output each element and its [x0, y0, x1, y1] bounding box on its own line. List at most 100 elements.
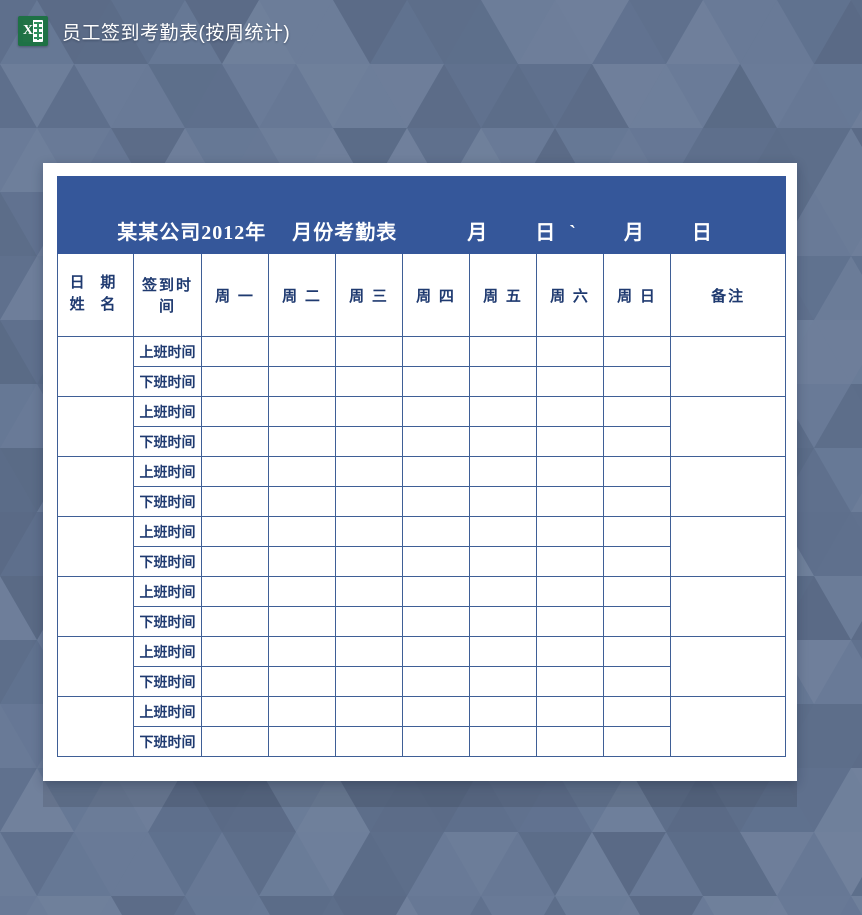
time-cell[interactable]: [536, 336, 604, 367]
time-cell[interactable]: [603, 666, 671, 697]
time-cell[interactable]: [335, 666, 403, 697]
time-cell[interactable]: [469, 726, 537, 757]
time-cell[interactable]: [402, 726, 470, 757]
time-cell[interactable]: [469, 516, 537, 547]
time-cell[interactable]: [402, 456, 470, 487]
remark-cell[interactable]: [669, 396, 787, 457]
time-cell[interactable]: [268, 396, 336, 427]
time-cell[interactable]: [201, 396, 269, 427]
time-cell[interactable]: [536, 426, 604, 457]
remark-cell[interactable]: [669, 456, 787, 517]
time-cell[interactable]: [536, 696, 604, 727]
time-cell[interactable]: [201, 696, 269, 727]
time-cell[interactable]: [603, 486, 671, 517]
time-cell[interactable]: [603, 696, 671, 727]
time-cell[interactable]: [536, 666, 604, 697]
employee-name-cell[interactable]: [57, 636, 134, 697]
time-cell[interactable]: [402, 576, 470, 607]
time-cell[interactable]: [335, 486, 403, 517]
time-cell[interactable]: [469, 666, 537, 697]
time-cell[interactable]: [469, 576, 537, 607]
time-cell[interactable]: [268, 636, 336, 667]
time-cell[interactable]: [603, 576, 671, 607]
time-cell[interactable]: [268, 366, 336, 397]
employee-name-cell[interactable]: [57, 396, 134, 457]
employee-name-cell[interactable]: [57, 696, 134, 757]
time-cell[interactable]: [335, 396, 403, 427]
time-cell[interactable]: [201, 726, 269, 757]
time-cell[interactable]: [402, 396, 470, 427]
time-cell[interactable]: [536, 396, 604, 427]
time-cell[interactable]: [536, 486, 604, 517]
time-cell[interactable]: [268, 486, 336, 517]
time-cell[interactable]: [469, 606, 537, 637]
time-cell[interactable]: [335, 696, 403, 727]
time-cell[interactable]: [268, 666, 336, 697]
time-cell[interactable]: [268, 516, 336, 547]
remark-cell[interactable]: [669, 636, 787, 697]
time-cell[interactable]: [402, 666, 470, 697]
time-cell[interactable]: [536, 516, 604, 547]
time-cell[interactable]: [469, 426, 537, 457]
time-cell[interactable]: [469, 396, 537, 427]
time-cell[interactable]: [201, 516, 269, 547]
time-cell[interactable]: [536, 726, 604, 757]
time-cell[interactable]: [402, 366, 470, 397]
time-cell[interactable]: [335, 546, 403, 577]
time-cell[interactable]: [603, 726, 671, 757]
time-cell[interactable]: [268, 726, 336, 757]
time-cell[interactable]: [603, 606, 671, 637]
remark-cell[interactable]: [669, 696, 787, 757]
time-cell[interactable]: [201, 576, 269, 607]
time-cell[interactable]: [469, 366, 537, 397]
time-cell[interactable]: [603, 456, 671, 487]
time-cell[interactable]: [201, 456, 269, 487]
time-cell[interactable]: [536, 546, 604, 577]
time-cell[interactable]: [201, 636, 269, 667]
time-cell[interactable]: [335, 636, 403, 667]
time-cell[interactable]: [335, 456, 403, 487]
time-cell[interactable]: [335, 366, 403, 397]
remark-cell[interactable]: [669, 516, 787, 577]
time-cell[interactable]: [335, 576, 403, 607]
time-cell[interactable]: [402, 546, 470, 577]
time-cell[interactable]: [201, 666, 269, 697]
time-cell[interactable]: [201, 486, 269, 517]
employee-name-cell[interactable]: [57, 336, 134, 397]
time-cell[interactable]: [268, 606, 336, 637]
employee-name-cell[interactable]: [57, 516, 134, 577]
time-cell[interactable]: [603, 366, 671, 397]
time-cell[interactable]: [536, 576, 604, 607]
time-cell[interactable]: [335, 516, 403, 547]
time-cell[interactable]: [335, 726, 403, 757]
time-cell[interactable]: [603, 516, 671, 547]
time-cell[interactable]: [268, 576, 336, 607]
time-cell[interactable]: [402, 636, 470, 667]
time-cell[interactable]: [469, 336, 537, 367]
time-cell[interactable]: [603, 336, 671, 367]
time-cell[interactable]: [335, 606, 403, 637]
time-cell[interactable]: [402, 606, 470, 637]
time-cell[interactable]: [603, 426, 671, 457]
employee-name-cell[interactable]: [57, 456, 134, 517]
time-cell[interactable]: [469, 696, 537, 727]
time-cell[interactable]: [603, 636, 671, 667]
time-cell[interactable]: [536, 636, 604, 667]
time-cell[interactable]: [201, 546, 269, 577]
time-cell[interactable]: [268, 426, 336, 457]
time-cell[interactable]: [469, 486, 537, 517]
time-cell[interactable]: [603, 546, 671, 577]
time-cell[interactable]: [268, 546, 336, 577]
time-cell[interactable]: [201, 426, 269, 457]
time-cell[interactable]: [402, 696, 470, 727]
time-cell[interactable]: [268, 336, 336, 367]
time-cell[interactable]: [268, 696, 336, 727]
time-cell[interactable]: [201, 606, 269, 637]
time-cell[interactable]: [469, 636, 537, 667]
time-cell[interactable]: [402, 516, 470, 547]
time-cell[interactable]: [402, 336, 470, 367]
time-cell[interactable]: [536, 456, 604, 487]
time-cell[interactable]: [201, 366, 269, 397]
time-cell[interactable]: [335, 426, 403, 457]
remark-cell[interactable]: [669, 576, 787, 637]
